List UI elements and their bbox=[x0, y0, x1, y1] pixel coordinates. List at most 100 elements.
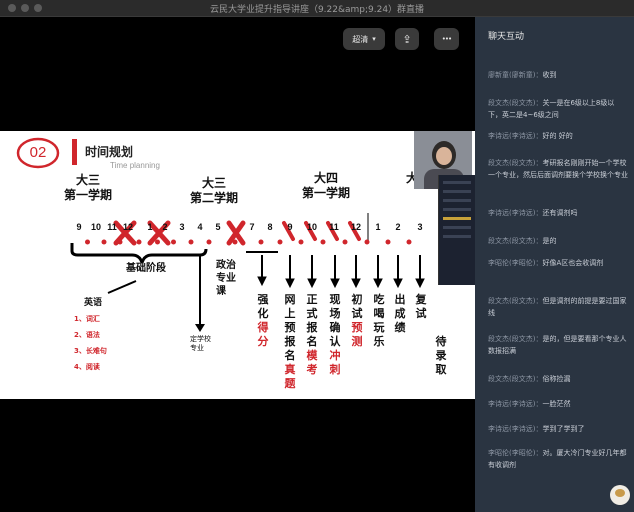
chat-username[interactable]: 段文杰(段文杰)： bbox=[488, 335, 542, 343]
chat-message: 段文杰(段文杰)：但是调剂的前提是要过国家线 bbox=[488, 295, 628, 319]
timeline-dot bbox=[258, 239, 264, 245]
semester-3-term: 第一学期 bbox=[301, 186, 350, 200]
chat-text: 是的 bbox=[542, 237, 557, 245]
english-item: 3、长难句 bbox=[74, 347, 107, 355]
chat-username[interactable]: 段文杰(段文杰)： bbox=[488, 237, 542, 245]
quality-selector[interactable]: 超清 ▾ bbox=[343, 28, 385, 50]
stage-char: 刺 bbox=[329, 363, 341, 376]
section-number: 02 bbox=[29, 144, 47, 161]
slide-subtitle: Time planning bbox=[110, 161, 160, 170]
month-label: 11 bbox=[329, 222, 339, 232]
chat-username[interactable]: 段文杰(段文杰)： bbox=[488, 99, 542, 107]
stage-char: 预 bbox=[351, 321, 363, 334]
month-label: 11 bbox=[107, 222, 117, 232]
phone-chat-overlay bbox=[438, 175, 475, 285]
month-label: 9 bbox=[287, 222, 293, 232]
chat-text: 学到了学到了 bbox=[542, 425, 585, 433]
chat-message: 廖新童(廖新童)：收到 bbox=[488, 69, 628, 81]
semester-3: 大四 第一学期 bbox=[298, 171, 354, 201]
stage-char: 分 bbox=[257, 335, 269, 348]
chat-header: 聊天互动 bbox=[488, 32, 525, 42]
chat-text: 一脸茫然 bbox=[542, 400, 571, 408]
chat-username[interactable]: 段文杰(段文杰)： bbox=[488, 375, 542, 383]
stage-label-formal-reg: 正式报名模考 bbox=[305, 293, 319, 377]
stage-label-confirm: 现场确认冲刺 bbox=[328, 293, 342, 377]
stage-char: 名 bbox=[284, 349, 296, 362]
semester-2: 大三 第二学期 bbox=[186, 176, 242, 206]
chat-text: 还有调剂吗 bbox=[542, 209, 578, 217]
stage-char: 名 bbox=[306, 335, 318, 348]
stage-label-online-reg: 网上预报名真题 bbox=[283, 293, 297, 391]
chat-username[interactable]: 段文杰(段文杰)： bbox=[488, 297, 542, 305]
stage-char: 测 bbox=[351, 335, 363, 348]
chat-username[interactable]: 李昭伦(李昭伦)： bbox=[488, 259, 542, 267]
timeline-dot bbox=[320, 239, 326, 245]
stage-char: 得 bbox=[257, 321, 269, 334]
month-label: 9 bbox=[76, 222, 82, 232]
stage-char: 绩 bbox=[394, 321, 406, 334]
chat-message: 李昭伦(李昭伦)：好像A区也会收调剂 bbox=[488, 257, 628, 269]
semester-2-term: 第二学期 bbox=[189, 191, 238, 205]
stage-char: 吃 bbox=[373, 293, 385, 306]
chat-message: 李诗远(李诗远)：还有调剂吗 bbox=[488, 207, 628, 219]
month-label: 2 bbox=[162, 222, 168, 232]
timeline-dot bbox=[101, 239, 107, 245]
stage-char: 场 bbox=[329, 307, 341, 320]
stage-char: 成 bbox=[394, 307, 406, 320]
share-icon: ⇪ bbox=[402, 32, 412, 46]
stage-char: 喝 bbox=[373, 307, 385, 320]
semester-3-year: 大四 bbox=[313, 171, 338, 185]
month-label: 7 bbox=[249, 222, 255, 232]
stage-label-fun: 吃喝玩乐 bbox=[372, 293, 386, 349]
chat-message: 段文杰(段文杰)：是的，但是要看那个专业人数报招满 bbox=[488, 333, 628, 357]
timeline-dot bbox=[298, 239, 304, 245]
timeline-dot bbox=[364, 239, 370, 245]
stage-char: 考 bbox=[306, 363, 318, 376]
timeline-dot bbox=[342, 239, 348, 245]
stage-label-first-exam: 初试预测 bbox=[350, 293, 364, 349]
share-button[interactable]: ⇪ bbox=[395, 28, 419, 50]
stage-char: 出 bbox=[394, 293, 406, 306]
stage-char: 网 bbox=[284, 293, 296, 306]
title-accent-bar bbox=[72, 139, 77, 165]
chat-username[interactable]: 李诗远(李诗远)： bbox=[488, 425, 542, 433]
stage-char: 认 bbox=[329, 335, 341, 348]
chat-username[interactable]: 段文杰(段文杰)： bbox=[488, 159, 542, 167]
chat-username[interactable]: 李诗远(李诗远)： bbox=[488, 132, 542, 140]
stage-char: 玩 bbox=[373, 321, 385, 334]
chat-username[interactable]: 李诗远(李诗远)： bbox=[488, 400, 542, 408]
stage-char: 化 bbox=[257, 307, 269, 320]
stage-char: 报 bbox=[284, 335, 296, 348]
english-items: 1、词汇 2、语法 3、长难句 4、阅读 bbox=[74, 311, 107, 375]
stage-char: 试 bbox=[351, 307, 363, 320]
stage-char: 题 bbox=[284, 377, 296, 390]
chat-message: 李诗远(李诗远)：学到了学到了 bbox=[488, 423, 628, 435]
stage-char: 冲 bbox=[329, 349, 341, 362]
presentation-slide: 02 时间规划 Time planning 大三 第一学期 大三 第二学期 大四 第一… bbox=[0, 131, 475, 399]
stage-char: 现 bbox=[329, 293, 341, 306]
vertical-arrows bbox=[257, 255, 425, 289]
stage-char: 初 bbox=[351, 293, 363, 306]
stage-char: 取 bbox=[435, 363, 447, 376]
quality-label: 超清 bbox=[352, 34, 369, 44]
chat-text: 俗称捡漏 bbox=[542, 375, 571, 383]
chat-sidebar: 聊天互动 廖新童(廖新童)：收到 段文杰(段文杰)：关一是在6级以上8级以下，英二… bbox=[475, 17, 634, 512]
stage-char: 复 bbox=[415, 293, 427, 306]
stage-char: 正 bbox=[306, 293, 318, 306]
chat-message: 李昭伦(李昭伦)：对。厦大冷门专业好几年都有收调剂 bbox=[488, 447, 628, 471]
user-avatar[interactable] bbox=[610, 485, 630, 505]
chat-username[interactable]: 廖新童(廖新童)： bbox=[488, 71, 542, 79]
month-label: 8 bbox=[267, 222, 273, 232]
more-button[interactable]: ••• bbox=[434, 28, 459, 50]
month-label: 12 bbox=[350, 222, 361, 232]
window-titlebar: 云民大学业提升指导讲座（9.22&amp;9.24）群直播 bbox=[0, 0, 634, 17]
chat-username[interactable]: 李诗远(李诗远)： bbox=[488, 209, 542, 217]
month-label: 10 bbox=[306, 222, 317, 232]
stage-char: 上 bbox=[284, 307, 296, 320]
live-video-area[interactable]: 超清 ▾ ⇪ ••• 02 时间规划 Time planning 大三 第一学期… bbox=[0, 17, 475, 512]
month-label: 12 bbox=[122, 222, 133, 232]
month-label: 3 bbox=[179, 222, 185, 232]
semester-1: 大三 第一学期 bbox=[60, 173, 116, 203]
timeline-dot bbox=[406, 239, 412, 245]
chat-username[interactable]: 李昭伦(李昭伦)： bbox=[488, 449, 542, 457]
